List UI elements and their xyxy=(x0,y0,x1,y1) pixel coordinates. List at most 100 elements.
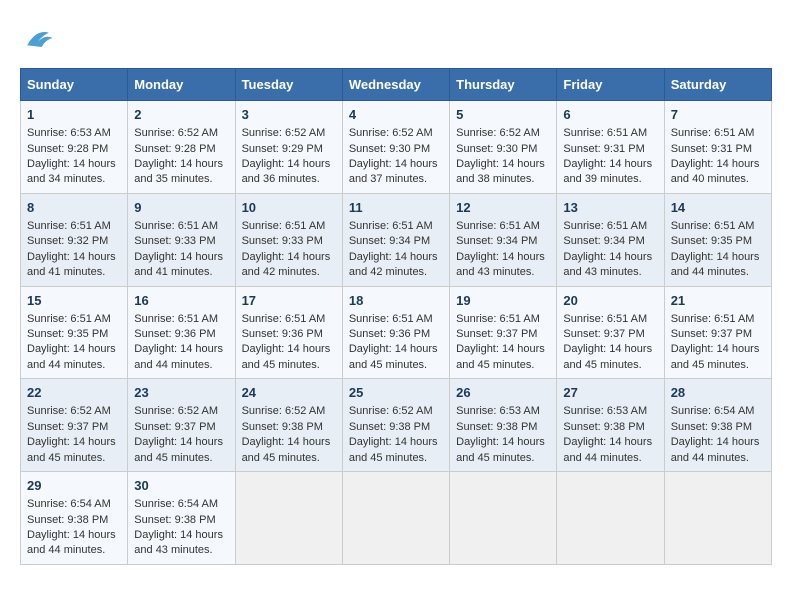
sunset-text: Sunset: 9:28 PM xyxy=(134,143,215,155)
sunrise-text: Sunrise: 6:52 AM xyxy=(27,405,111,417)
sunset-text: Sunset: 9:31 PM xyxy=(671,143,752,155)
sunset-text: Sunset: 9:30 PM xyxy=(349,143,430,155)
day-number: 28 xyxy=(671,384,765,402)
daylight-text: Daylight: 14 hours and 45 minutes. xyxy=(456,343,545,370)
sunset-text: Sunset: 9:33 PM xyxy=(134,235,215,247)
calendar-cell xyxy=(235,472,342,565)
calendar-day-header: Monday xyxy=(128,69,235,101)
sunrise-text: Sunrise: 6:51 AM xyxy=(242,220,326,232)
sunset-text: Sunset: 9:34 PM xyxy=(563,235,644,247)
day-number: 14 xyxy=(671,199,765,217)
day-number: 23 xyxy=(134,384,228,402)
sunrise-text: Sunrise: 6:52 AM xyxy=(242,405,326,417)
day-number: 30 xyxy=(134,477,228,495)
day-number: 25 xyxy=(349,384,443,402)
daylight-text: Daylight: 14 hours and 44 minutes. xyxy=(563,436,652,463)
day-number: 22 xyxy=(27,384,121,402)
sunset-text: Sunset: 9:34 PM xyxy=(349,235,430,247)
daylight-text: Daylight: 14 hours and 44 minutes. xyxy=(671,251,760,278)
daylight-text: Daylight: 14 hours and 37 minutes. xyxy=(349,158,438,185)
sunrise-text: Sunrise: 6:54 AM xyxy=(134,498,218,510)
sunrise-text: Sunrise: 6:51 AM xyxy=(27,313,111,325)
sunset-text: Sunset: 9:38 PM xyxy=(242,421,323,433)
day-number: 2 xyxy=(134,106,228,124)
sunset-text: Sunset: 9:38 PM xyxy=(27,514,108,526)
sunrise-text: Sunrise: 6:51 AM xyxy=(563,127,647,139)
sunrise-text: Sunrise: 6:51 AM xyxy=(671,220,755,232)
daylight-text: Daylight: 14 hours and 45 minutes. xyxy=(242,343,331,370)
sunset-text: Sunset: 9:38 PM xyxy=(563,421,644,433)
sunset-text: Sunset: 9:38 PM xyxy=(349,421,430,433)
sunset-text: Sunset: 9:32 PM xyxy=(27,235,108,247)
calendar-cell xyxy=(557,472,664,565)
sunrise-text: Sunrise: 6:52 AM xyxy=(349,405,433,417)
calendar-day-header: Saturday xyxy=(664,69,771,101)
daylight-text: Daylight: 14 hours and 35 minutes. xyxy=(134,158,223,185)
sunset-text: Sunset: 9:36 PM xyxy=(242,328,323,340)
day-number: 1 xyxy=(27,106,121,124)
sunrise-text: Sunrise: 6:54 AM xyxy=(27,498,111,510)
sunrise-text: Sunrise: 6:51 AM xyxy=(671,313,755,325)
sunset-text: Sunset: 9:38 PM xyxy=(134,514,215,526)
day-number: 17 xyxy=(242,292,336,310)
sunrise-text: Sunrise: 6:53 AM xyxy=(563,405,647,417)
calendar-cell: 20Sunrise: 6:51 AMSunset: 9:37 PMDayligh… xyxy=(557,286,664,379)
calendar-cell: 3 Sunrise: 6:52 AM Sunset: 9:29 PM Daylight… xyxy=(235,101,342,194)
daylight-text: Daylight: 14 hours and 41 minutes. xyxy=(27,251,116,278)
calendar-day-header: Friday xyxy=(557,69,664,101)
calendar-cell: 16Sunrise: 6:51 AMSunset: 9:36 PMDayligh… xyxy=(128,286,235,379)
sunset-text: Sunset: 9:30 PM xyxy=(456,143,537,155)
calendar-cell: 30 Sunrise: 6:54 AM Sunset: 9:38 PM Dayligh… xyxy=(128,472,235,565)
daylight-text: Daylight: 14 hours and 42 minutes. xyxy=(349,251,438,278)
header xyxy=(20,20,772,56)
calendar-cell xyxy=(664,472,771,565)
sunrise-text: Sunrise: 6:51 AM xyxy=(242,313,326,325)
sunrise-text: Sunrise: 6:52 AM xyxy=(134,405,218,417)
sunrise-text: Sunrise: 6:52 AM xyxy=(134,127,218,139)
calendar-cell: 2 Sunrise: 6:52 AM Sunset: 9:28 PM Daylight… xyxy=(128,101,235,194)
sunset-text: Sunset: 9:33 PM xyxy=(242,235,323,247)
daylight-text: Daylight: 14 hours and 41 minutes. xyxy=(134,251,223,278)
daylight-text: Daylight: 14 hours and 45 minutes. xyxy=(671,343,760,370)
sunrise-text: Sunrise: 6:51 AM xyxy=(349,313,433,325)
day-number: 6 xyxy=(563,106,657,124)
day-number: 3 xyxy=(242,106,336,124)
daylight-text: Daylight: 14 hours and 42 minutes. xyxy=(242,251,331,278)
day-number: 12 xyxy=(456,199,550,217)
daylight-text: Daylight: 14 hours and 44 minutes. xyxy=(27,529,116,556)
daylight-text: Daylight: 14 hours and 39 minutes. xyxy=(563,158,652,185)
calendar-cell: 19Sunrise: 6:51 AMSunset: 9:37 PMDayligh… xyxy=(450,286,557,379)
calendar-week-row: 29 Sunrise: 6:54 AM Sunset: 9:38 PM Dayligh… xyxy=(21,472,772,565)
sunset-text: Sunset: 9:38 PM xyxy=(671,421,752,433)
day-number: 15 xyxy=(27,292,121,310)
daylight-text: Daylight: 14 hours and 45 minutes. xyxy=(27,436,116,463)
daylight-text: Daylight: 14 hours and 45 minutes. xyxy=(563,343,652,370)
day-number: 11 xyxy=(349,199,443,217)
daylight-text: Daylight: 14 hours and 36 minutes. xyxy=(242,158,331,185)
day-number: 24 xyxy=(242,384,336,402)
daylight-text: Daylight: 14 hours and 43 minutes. xyxy=(134,529,223,556)
day-number: 19 xyxy=(456,292,550,310)
calendar-table: SundayMondayTuesdayWednesdayThursdayFrid… xyxy=(20,68,772,565)
calendar-cell xyxy=(342,472,449,565)
sunrise-text: Sunrise: 6:52 AM xyxy=(456,127,540,139)
sunrise-text: Sunrise: 6:51 AM xyxy=(456,220,540,232)
calendar-cell: 4Sunrise: 6:52 AMSunset: 9:30 PMDaylight… xyxy=(342,101,449,194)
day-number: 4 xyxy=(349,106,443,124)
sunset-text: Sunset: 9:31 PM xyxy=(563,143,644,155)
calendar-cell: 28Sunrise: 6:54 AMSunset: 9:38 PMDayligh… xyxy=(664,379,771,472)
sunrise-text: Sunrise: 6:52 AM xyxy=(242,127,326,139)
calendar-cell: 1Sunrise: 6:53 AMSunset: 9:28 PMDaylight… xyxy=(21,101,128,194)
sunset-text: Sunset: 9:28 PM xyxy=(27,143,108,155)
daylight-text: Daylight: 14 hours and 45 minutes. xyxy=(134,436,223,463)
calendar-cell: 18Sunrise: 6:51 AMSunset: 9:36 PMDayligh… xyxy=(342,286,449,379)
daylight-text: Daylight: 14 hours and 45 minutes. xyxy=(349,343,438,370)
sunrise-text: Sunrise: 6:53 AM xyxy=(456,405,540,417)
day-number: 29 xyxy=(27,477,121,495)
sunset-text: Sunset: 9:29 PM xyxy=(242,143,323,155)
sunset-text: Sunset: 9:37 PM xyxy=(563,328,644,340)
day-number: 5 xyxy=(456,106,550,124)
daylight-text: Daylight: 14 hours and 43 minutes. xyxy=(563,251,652,278)
daylight-text: Daylight: 14 hours and 44 minutes. xyxy=(671,436,760,463)
sunset-text: Sunset: 9:36 PM xyxy=(349,328,430,340)
